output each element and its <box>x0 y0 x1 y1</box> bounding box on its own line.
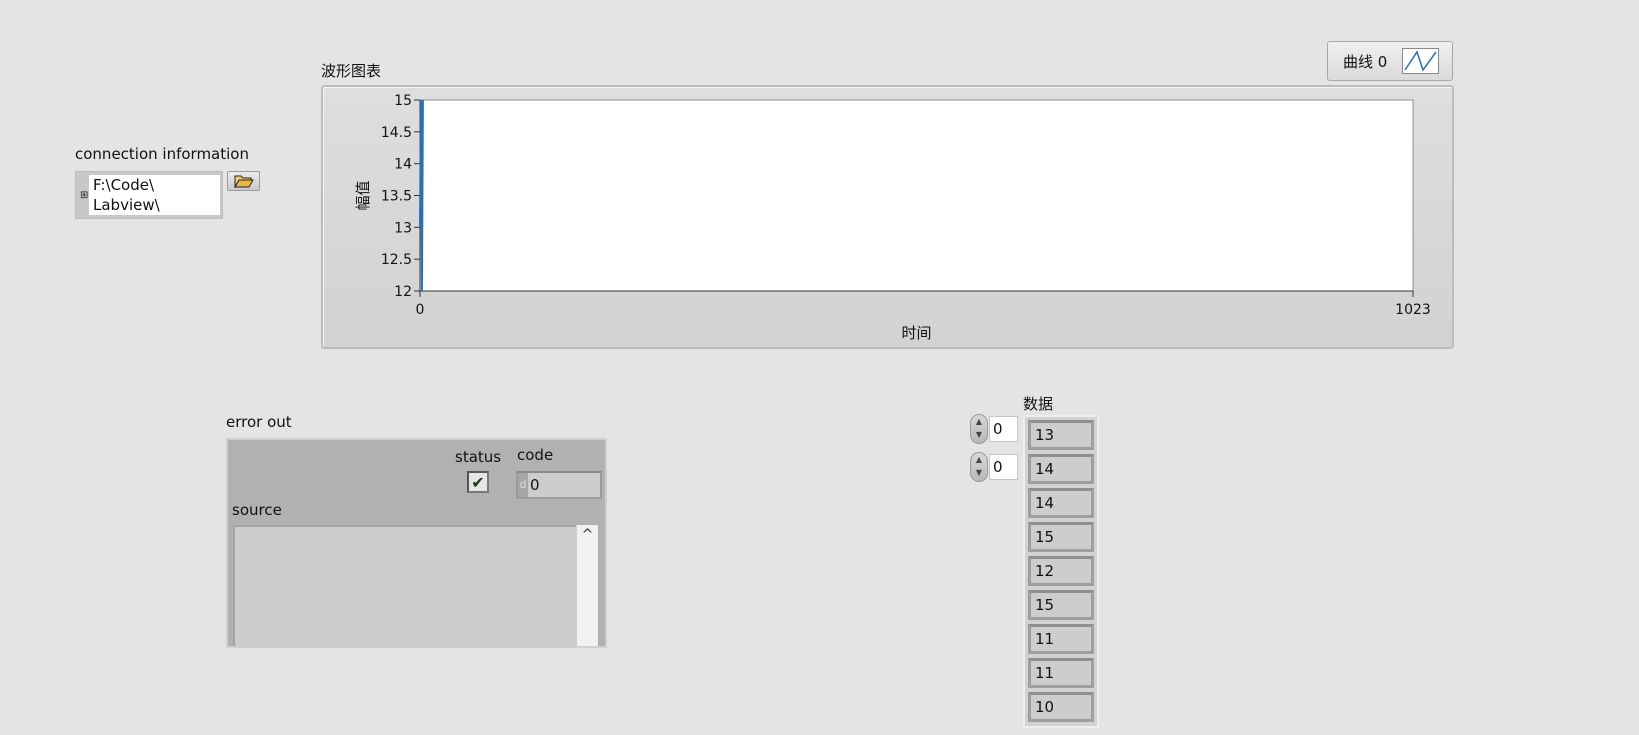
array-element: 13 <box>1028 420 1094 450</box>
x-tick-label: 0 <box>416 302 425 318</box>
waveform-chart[interactable]: 15 14.5 14 13.5 13 12.5 12 0 1023 时间 幅值 <box>321 85 1454 349</box>
y-tick-label: 12 <box>394 284 412 300</box>
x-axis-label: 时间 <box>901 324 931 342</box>
array-element: 14 <box>1028 488 1094 518</box>
path-type-icon: ⊞ <box>80 190 89 201</box>
y-tick-label: 14.5 <box>381 125 412 141</box>
chart-plot-svg[interactable]: 15 14.5 14 13.5 13 12.5 120 1023 时间 幅值 <box>323 87 1452 347</box>
y-tick-label: 12.5 <box>381 252 412 268</box>
status-indicator: ✔ <box>467 471 489 493</box>
x-tick-label: 1023 <box>1395 302 1431 318</box>
index-row-input[interactable]: 0 <box>989 416 1018 442</box>
array-element: 14 <box>1028 454 1094 484</box>
y-axis-label: 幅值 <box>354 180 372 210</box>
code-label: code <box>517 446 554 464</box>
array-element: 11 <box>1028 658 1094 688</box>
radix-indicator: d <box>518 473 528 497</box>
legend-plot-name: 曲线 0 <box>1343 53 1388 71</box>
check-icon: ✔ <box>471 472 485 492</box>
plot-area[interactable] <box>419 99 1414 292</box>
source-indicator <box>233 525 576 646</box>
status-label: status <box>455 448 502 466</box>
data-array: 13 14 14 15 12 15 11 11 10 <box>1023 415 1099 728</box>
connection-information-path-control[interactable]: ⊞ F:\Code\ Labview\ <box>75 171 223 219</box>
folder-open-icon <box>233 175 254 188</box>
connection-information-label: connection information <box>75 145 249 163</box>
code-value: 0 <box>530 476 540 494</box>
source-scrollbar[interactable]: ^ <box>576 525 598 646</box>
index-col-input[interactable]: 0 <box>989 454 1018 480</box>
array-element: 15 <box>1028 590 1094 620</box>
data-array-label: 数据 <box>1023 395 1054 413</box>
line-plot-icon[interactable] <box>1402 48 1439 74</box>
array-index-row[interactable]: ▲ ▼ 0 <box>970 414 1019 444</box>
error-out-cluster: status code ✔ d 0 source ^ <box>226 438 607 648</box>
error-out-label: error out <box>226 413 292 431</box>
browse-button[interactable] <box>227 171 260 191</box>
y-tick-label: 13 <box>394 220 412 236</box>
array-element: 11 <box>1028 624 1094 654</box>
y-tick-label: 15 <box>394 93 412 109</box>
source-label: source <box>232 501 282 519</box>
index-row-spinner-icon[interactable]: ▲ ▼ <box>970 414 988 444</box>
index-col-spinner-icon[interactable]: ▲ ▼ <box>970 452 988 482</box>
plot-legend[interactable]: 曲线 0 <box>1327 41 1453 81</box>
array-element: 12 <box>1028 556 1094 586</box>
array-index-col[interactable]: ▲ ▼ 0 <box>970 452 1019 482</box>
array-element: 15 <box>1028 522 1094 552</box>
y-tick-label: 14 <box>394 157 412 173</box>
scroll-up-icon[interactable]: ^ <box>577 527 598 543</box>
y-tick-label: 13.5 <box>381 189 412 205</box>
connection-information-path-input[interactable]: F:\Code\ Labview\ <box>89 175 220 215</box>
array-element: 10 <box>1028 692 1094 722</box>
waveform-chart-label: 波形图表 <box>321 62 382 80</box>
code-indicator: d 0 <box>516 471 602 499</box>
